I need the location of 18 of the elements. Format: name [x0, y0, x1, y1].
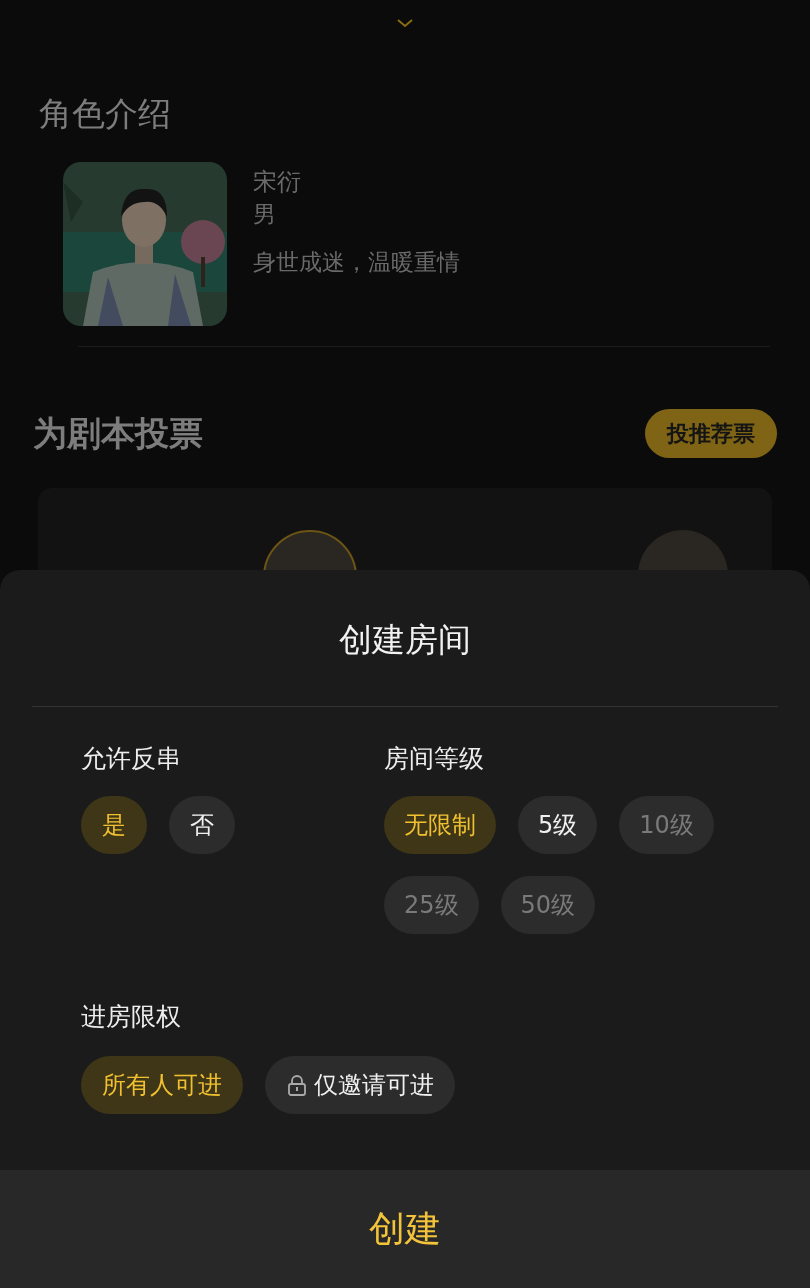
option-chip[interactable]: 是 [81, 796, 147, 854]
option-chip[interactable]: 所有人可进 [81, 1056, 243, 1114]
option-chip[interactable]: 5级 [518, 796, 598, 854]
section-title: 角色介绍 [39, 93, 172, 135]
character-description: 身世成迷，温暖重情 [253, 248, 460, 277]
sheet-title: 创建房间 [338, 619, 472, 661]
option-chip[interactable]: 仅邀请可进 [265, 1056, 455, 1114]
lock-icon [286, 1074, 308, 1096]
create-button[interactable]: 创建 [359, 1200, 451, 1258]
option-label: 允许反串 [81, 743, 182, 775]
character-name: 宋衍 [253, 167, 302, 198]
option-label: 进房限权 [81, 1001, 182, 1033]
section-title: 为剧本投票 [33, 411, 203, 455]
option-label: 房间等级 [384, 743, 485, 775]
option-chip[interactable]: 无限制 [384, 796, 496, 854]
chevron-down-icon[interactable] [396, 18, 414, 28]
option-chip[interactable]: 否 [169, 796, 235, 854]
character-gender: 男 [253, 200, 277, 229]
